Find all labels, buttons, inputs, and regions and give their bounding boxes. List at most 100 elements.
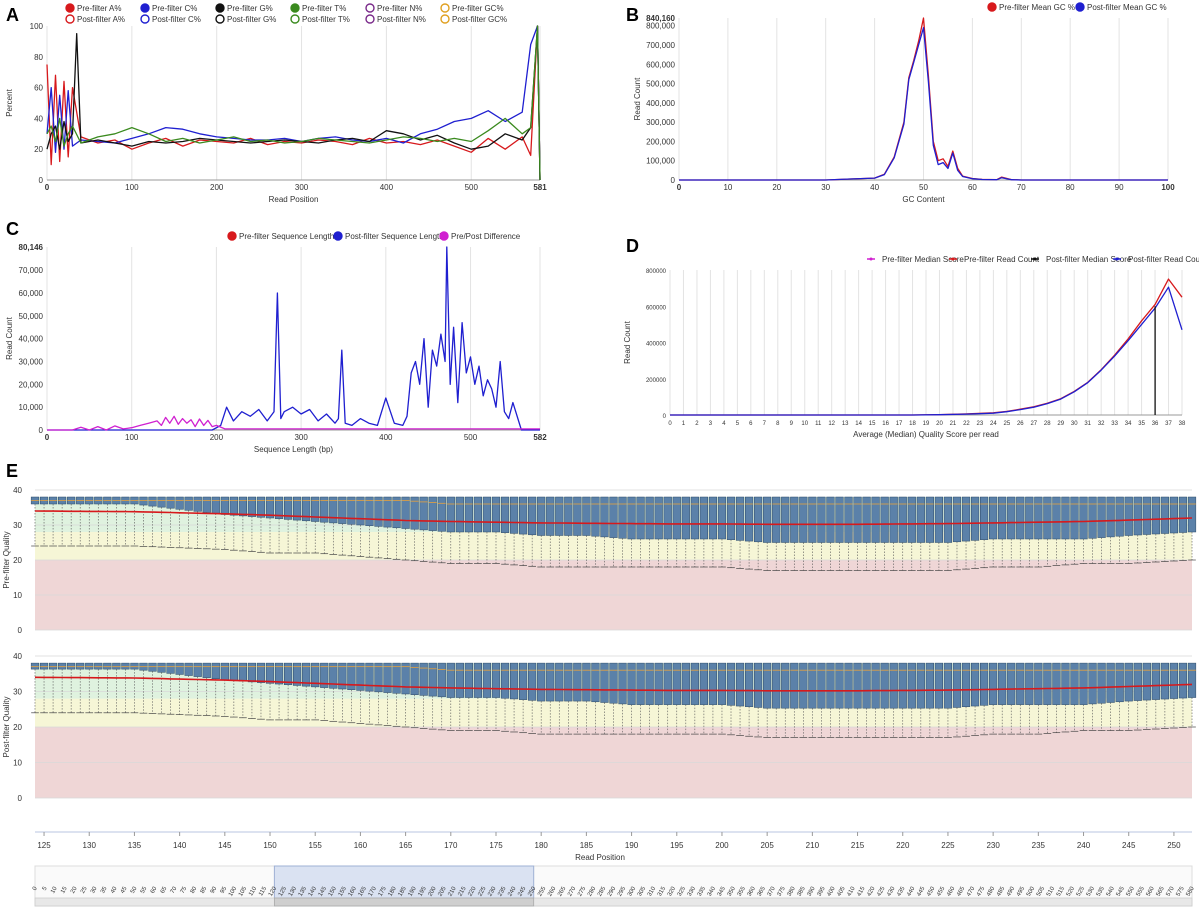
box-pre [193, 496, 202, 512]
y-tick-label: 100,000 [646, 157, 675, 166]
box-post [247, 662, 257, 683]
y-max-label: 80,146 [19, 243, 44, 252]
y-tick-label: 800,000 [646, 22, 675, 31]
box-pre [564, 496, 573, 536]
box-post [537, 662, 546, 702]
x-tick-label: 9 [790, 421, 794, 427]
box-post [1097, 662, 1106, 704]
y-tick-label: 700,000 [646, 41, 675, 50]
box-post [600, 662, 609, 703]
box-pre [338, 496, 347, 524]
box-post [410, 662, 419, 695]
box-pre [1133, 496, 1142, 536]
x-tick-label: 240 [1077, 841, 1091, 850]
x-tick-label: 5 [736, 421, 740, 427]
box-pre [392, 496, 401, 529]
box-post [998, 662, 1007, 705]
box-pre [437, 496, 446, 532]
box-pre [519, 496, 528, 535]
x-tick-label: 300 [295, 183, 309, 192]
box-post [636, 662, 645, 705]
box-pre [1169, 496, 1179, 534]
chart-b: 0 10 20 30 40 50 60 70 80 90 100 0 100,000 200,000 300… [633, 2, 1175, 204]
x-tick-label: 13 [842, 421, 849, 427]
box-pre [600, 496, 609, 538]
y-tick-label: 30 [13, 688, 22, 697]
box-pre [1052, 496, 1061, 540]
box-post [39, 662, 49, 670]
box-post [58, 662, 67, 670]
box-post [509, 662, 519, 700]
x-tick-label: 220 [896, 841, 910, 850]
y-tick-label: 20 [13, 556, 22, 565]
x-tick-label: 20 [936, 421, 943, 427]
x-tick-label: 165 [399, 841, 413, 850]
box-pre [1151, 496, 1160, 535]
x-tick-label: 250 [1167, 841, 1181, 850]
box-post [256, 662, 266, 683]
box-pre [980, 496, 989, 540]
x-tick-label: 235 [1032, 841, 1046, 850]
box-post [970, 662, 980, 707]
box-post [265, 662, 275, 684]
y-tick-label: 0 [39, 426, 44, 435]
box-pre [663, 496, 672, 540]
box-pre [211, 496, 220, 514]
box-pre [401, 496, 410, 529]
x-tick-label: 100 [1161, 183, 1175, 192]
x-tick-label: 581 [533, 183, 547, 192]
y-tick-label: 10 [13, 759, 22, 768]
x-tick-label: 70 [1017, 183, 1026, 192]
box-pre [509, 496, 519, 534]
x-tick-label: 7 [763, 421, 767, 427]
x-tick-label: 185 [580, 841, 594, 850]
y-axis-title: Percent [5, 88, 14, 116]
box-pre [1007, 496, 1016, 540]
box-pre [464, 496, 473, 533]
x-tick-label: 36 [1152, 421, 1159, 427]
x-tick-label: 32 [1098, 421, 1105, 427]
box-pre [374, 496, 383, 527]
box-pre [1160, 496, 1169, 534]
x-tick-label: 210 [806, 841, 820, 850]
legend-marker [440, 3, 450, 13]
box-pre [717, 496, 727, 540]
legend-marker [140, 14, 150, 24]
x-axis-title: Sequence Length (bp) [254, 445, 334, 454]
y-tick-label: 60,000 [19, 289, 44, 298]
x-tick-label: 400 [380, 183, 394, 192]
box-post [681, 662, 690, 705]
x-tick-label: 3 [709, 421, 713, 427]
panel-e: E 0 10 20 30 40 Pre-filter Quality 0 10 20 30 40 Po… [0, 458, 1199, 910]
box-post [482, 662, 492, 698]
x-tick-label: 225 [941, 841, 955, 850]
panel-a: A 0 100 200 300 400 500 581 0 20 40 60 80 100 Read Po… [0, 0, 560, 205]
x-tick-label: 90 [1115, 183, 1124, 192]
box-pre [365, 496, 374, 526]
box-post [193, 662, 202, 677]
box-pre [1034, 496, 1043, 540]
box-post [347, 662, 356, 690]
x-tick-label: 8 [776, 421, 780, 427]
box-post [591, 662, 600, 703]
box-post [491, 662, 501, 698]
box-post [519, 662, 528, 700]
box-post [464, 662, 473, 698]
x-tick-label: 100 [125, 183, 139, 192]
box-pre [591, 496, 600, 537]
x-tick-label: 16 [882, 421, 889, 427]
box-pre [672, 496, 681, 540]
box-post [1124, 662, 1133, 702]
chart-d: 0 1 2 3 4 5 6 7 8 9 10 11 12 13 14 15 16 17 18 19 20 21 22 23 24… [623, 255, 1199, 439]
box-post [1034, 662, 1043, 705]
box-post [437, 662, 446, 698]
y-axis-title: Read Count [633, 77, 642, 120]
x-tick-label: 215 [851, 841, 865, 850]
x-tick-label: 18 [909, 421, 916, 427]
chart-e: 0 10 20 30 40 Pre-filter Quality 0 10 20 30 40 Post… [2, 486, 1197, 907]
legend-marker [227, 231, 237, 241]
x-tick-label: 300 [294, 433, 308, 442]
x-tick-label: 140 [173, 841, 187, 850]
legend-label: Pre-filter G% [227, 4, 273, 13]
box-pre [220, 496, 229, 515]
